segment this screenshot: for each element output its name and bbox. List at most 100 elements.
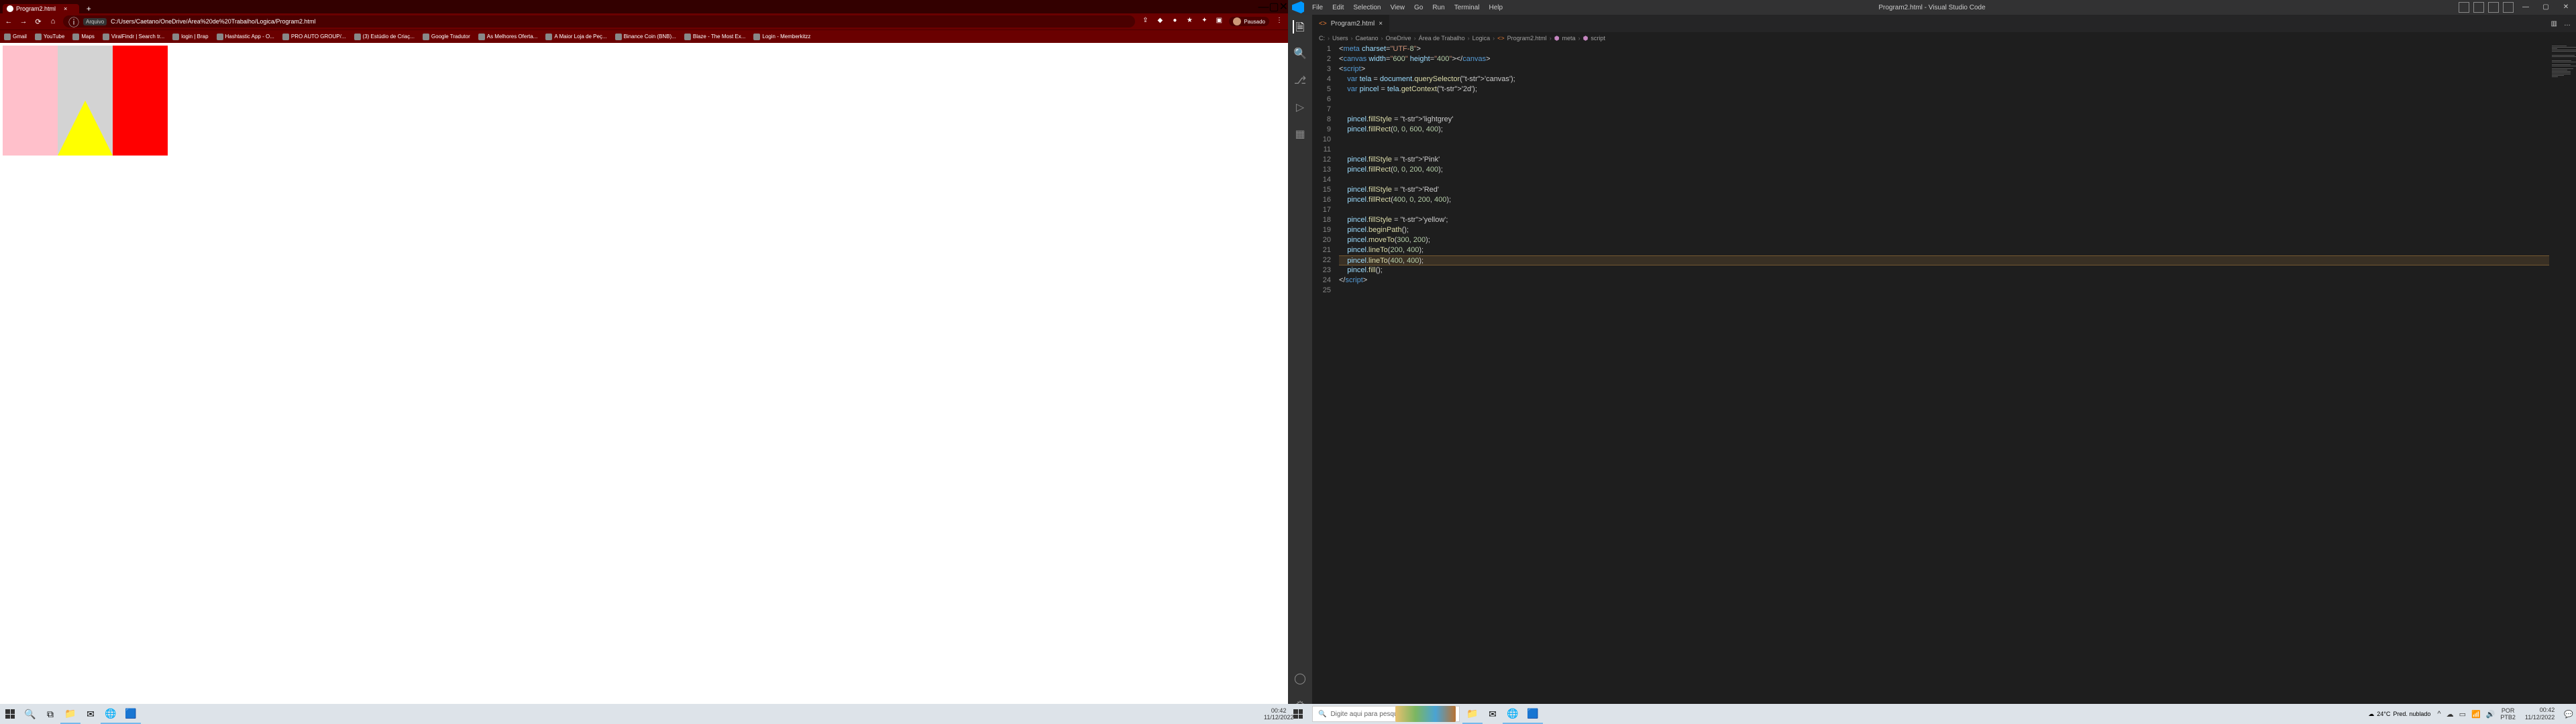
- run-debug-icon[interactable]: ▷: [1293, 101, 1307, 114]
- layout-icon[interactable]: [2503, 2, 2514, 13]
- search-icon[interactable]: 🔍: [1293, 47, 1307, 60]
- profile-label: Pausado: [1244, 19, 1265, 25]
- close-tab-icon[interactable]: ×: [64, 5, 67, 12]
- menu-run[interactable]: Run: [1428, 4, 1448, 11]
- tray-onedrive-icon[interactable]: ☁: [2447, 710, 2454, 719]
- tag-icon: ⬢: [1583, 35, 1589, 42]
- binance-icon: [615, 34, 622, 40]
- close-tab-icon[interactable]: ×: [1379, 20, 1383, 27]
- forward-button[interactable]: →: [19, 17, 28, 25]
- news-widget[interactable]: [1395, 706, 1456, 722]
- code-editor[interactable]: 1234567891011121314151617181920212223242…: [1312, 44, 2576, 712]
- html-file-icon: <>: [1497, 35, 1505, 42]
- bookmark-item[interactable]: Gmail: [4, 34, 27, 40]
- addr-file-label: Arquivo: [83, 18, 107, 25]
- split-editor-icon[interactable]: ▥: [2551, 20, 2557, 27]
- gmail-icon: [4, 34, 11, 40]
- extensions-icon[interactable]: ▦: [1293, 127, 1307, 141]
- bookmark-item[interactable]: login | Brap: [172, 34, 208, 40]
- ext-icon-2[interactable]: ●: [1170, 17, 1179, 26]
- maximize-icon[interactable]: ▢: [1269, 0, 1279, 13]
- code-content[interactable]: <meta charset="UTF-8"><canvas width="600…: [1339, 44, 2549, 712]
- new-tab-button[interactable]: +: [83, 4, 94, 13]
- back-button[interactable]: ←: [4, 17, 13, 25]
- explorer-icon[interactable]: 🗎: [1293, 20, 1306, 34]
- bookmark-star-icon[interactable]: ★: [1185, 17, 1194, 26]
- site-icon: [217, 34, 223, 40]
- weather-widget[interactable]: ☁ 24°C Pred. nublado: [2368, 711, 2430, 718]
- tray-notifications-icon[interactable]: 💬: [2564, 710, 2573, 719]
- site-icon: [478, 34, 485, 40]
- bookmark-item[interactable]: (3) Estúdio de Criaç...: [354, 34, 415, 40]
- tag-icon: ⬢: [1554, 35, 1560, 42]
- taskbar-app-vscode[interactable]: 🟦: [1523, 704, 1543, 724]
- taskbar-app-mail[interactable]: ✉: [1483, 704, 1503, 724]
- search-icon: 🔍: [1318, 711, 1326, 718]
- profile-button[interactable]: Pausado: [1229, 17, 1269, 26]
- minimize-icon[interactable]: —: [1258, 1, 1269, 13]
- site-icon: [354, 34, 361, 40]
- bookmark-item[interactable]: Google Tradutor: [423, 34, 470, 40]
- extensions-icon[interactable]: ✦: [1199, 17, 1209, 26]
- task-view-icon[interactable]: ⧉: [40, 704, 60, 724]
- start-button[interactable]: [1288, 704, 1308, 724]
- tray-clock[interactable]: 00:42 11/12/2022: [2521, 707, 2559, 721]
- info-icon[interactable]: ⓘ: [68, 13, 79, 29]
- menu-file[interactable]: File: [1308, 4, 1327, 11]
- editor-tab[interactable]: <> Program2.html ×: [1312, 15, 1390, 32]
- account-icon[interactable]: ◯: [1293, 672, 1307, 685]
- bookmark-item[interactable]: Hashtastic App - O...: [217, 34, 274, 40]
- more-actions-icon[interactable]: …: [2564, 20, 2571, 27]
- layout-icon[interactable]: [2459, 2, 2469, 13]
- menu-selection[interactable]: Selection: [1349, 4, 1385, 11]
- close-icon[interactable]: ✕: [2556, 0, 2576, 15]
- bookmark-item[interactable]: As Melhores Oferta...: [478, 34, 538, 40]
- bookmark-item[interactable]: Binance Coin (BNB)...: [615, 34, 676, 40]
- bookmarks-bar: Gmail YouTube Maps ViralFindr | Search t…: [0, 29, 1288, 43]
- bookmark-item[interactable]: Blaze - The Most Ex...: [684, 34, 746, 40]
- menu-go[interactable]: Go: [1410, 4, 1427, 11]
- reload-button[interactable]: ⟳: [34, 17, 43, 26]
- menu-terminal[interactable]: Terminal: [1450, 4, 1484, 11]
- breadcrumb[interactable]: C:› Users› Caetano› OneDrive› Área de Tr…: [1312, 32, 2576, 44]
- search-icon[interactable]: 🔍: [20, 704, 40, 724]
- taskbar-app-chrome[interactable]: 🌐: [101, 704, 121, 724]
- browser-tab[interactable]: Program2.html ×: [3, 4, 79, 13]
- taskbar-app-vscode[interactable]: 🟦: [121, 704, 141, 724]
- minimize-icon[interactable]: —: [2516, 0, 2536, 15]
- bookmark-item[interactable]: A Maior Loja de Peç...: [545, 34, 606, 40]
- bookmark-item[interactable]: ViralFindr | Search tr...: [103, 34, 164, 40]
- bookmark-item[interactable]: PRO AUTO GROUP/...: [282, 34, 346, 40]
- address-bar[interactable]: ⓘ Arquivo C:/Users/Caetano/OneDrive/Área…: [63, 15, 1135, 27]
- layout-icon[interactable]: [2473, 2, 2484, 13]
- menu-icon[interactable]: ⋮: [1275, 17, 1284, 26]
- tray-wifi-icon[interactable]: 📶: [2471, 710, 2481, 719]
- source-control-icon[interactable]: ⎇: [1293, 74, 1307, 87]
- home-button[interactable]: ⌂: [48, 17, 58, 25]
- maximize-icon[interactable]: ▢: [2536, 0, 2556, 15]
- bookmark-item[interactable]: Maps: [72, 34, 95, 40]
- ext-icon-1[interactable]: ◆: [1155, 17, 1165, 26]
- bookmark-item[interactable]: YouTube: [35, 34, 64, 40]
- taskbar-app-chrome[interactable]: 🌐: [1503, 704, 1523, 724]
- ext-icon-3[interactable]: ▣: [1214, 17, 1224, 26]
- share-icon[interactable]: ⇪: [1140, 17, 1150, 26]
- tray-language[interactable]: POR PTB2: [2500, 707, 2516, 721]
- layout-icon[interactable]: [2488, 2, 2499, 13]
- tray-chevron-icon[interactable]: ^: [2437, 710, 2440, 718]
- menu-edit[interactable]: Edit: [1328, 4, 1348, 11]
- close-icon[interactable]: ✕: [1279, 0, 1288, 13]
- tray-battery-icon[interactable]: ▭: [2459, 710, 2466, 719]
- tray-volume-icon[interactable]: 🔊: [2486, 710, 2496, 719]
- taskbar-app-explorer[interactable]: 📁: [60, 704, 80, 724]
- menu-help[interactable]: Help: [1485, 4, 1507, 11]
- vscode-titlebar: File Edit Selection View Go Run Terminal…: [1288, 0, 2576, 15]
- menu-view[interactable]: View: [1387, 4, 1409, 11]
- taskbar-app-explorer[interactable]: 📁: [1462, 704, 1483, 724]
- vscode-window: File Edit Selection View Go Run Terminal…: [1288, 0, 2576, 724]
- start-button[interactable]: [0, 704, 20, 724]
- minimap[interactable]: [2549, 44, 2576, 712]
- taskbar-app-mail[interactable]: ✉: [80, 704, 101, 724]
- bookmark-item[interactable]: Login - Memberkitzz: [753, 34, 810, 40]
- youtube-icon: [35, 34, 42, 40]
